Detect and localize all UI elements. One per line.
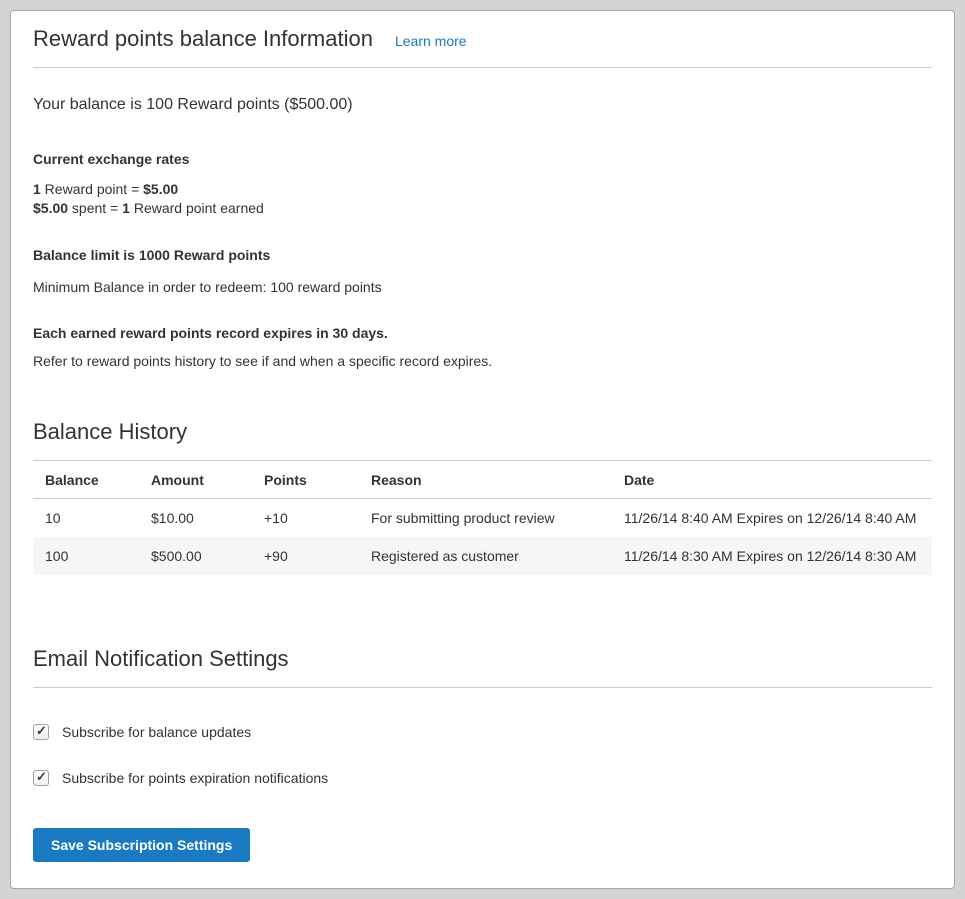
balance-summary: Your balance is 100 Reward points ($500.… [33,94,932,116]
cell-amount: $500.00 [139,537,252,575]
cell-reason: For submitting product review [359,499,612,538]
page-header: Reward points balance Information Learn … [33,25,932,68]
exchange-rate-line-2: $5.00 spent = 1 Reward point earned [33,199,932,218]
rate1-text: Reward point = [41,181,143,197]
min-balance-text: Minimum Balance in order to redeem: 100 … [33,278,932,296]
email-notification-title: Email Notification Settings [33,645,932,688]
exchange-rate-line-1: 1 Reward point = $5.00 [33,180,932,199]
rate2-text-1: spent = [68,200,122,216]
column-header-balance: Balance [33,461,139,499]
subscribe-balance-updates-label: Subscribe for balance updates [62,724,251,740]
expiry-note-text: Refer to reward points history to see if… [33,352,932,370]
rate1-points: 1 [33,181,41,197]
column-header-date: Date [612,461,932,499]
cell-reason: Registered as customer [359,537,612,575]
table-header-row: Balance Amount Points Reason Date [33,461,932,499]
subscribe-expiration-notifications-checkbox check-icon[interactable] [33,770,49,786]
cell-date: 11/26/14 8:40 AM Expires on 12/26/14 8:4… [612,499,932,538]
balance-limit-text: Balance limit is 1000 Reward points [33,246,932,264]
email-notification-section: Email Notification Settings Subscribe fo… [33,645,932,862]
learn-more-link[interactable]: Learn more [395,33,467,49]
cell-date: 11/26/14 8:30 AM Expires on 12/26/14 8:3… [612,537,932,575]
balance-history-table: Balance Amount Points Reason Date 10 $10… [33,461,932,575]
expiry-rule-text: Each earned reward points record expires… [33,324,932,342]
subscribe-expiration-notifications-option[interactable]: Subscribe for points expiration notifica… [33,770,932,786]
table-row: 10 $10.00 +10 For submitting product rev… [33,499,932,538]
cell-amount: $10.00 [139,499,252,538]
subscribe-expiration-notifications-label: Subscribe for points expiration notifica… [62,770,328,786]
balance-history-section: Balance History Balance Amount Points Re… [33,418,932,575]
reward-info-card: Reward points balance Information Learn … [10,10,955,889]
column-header-reason: Reason [359,461,612,499]
subscribe-balance-updates-checkbox check-icon[interactable] [33,724,49,740]
cell-points: +10 [252,499,359,538]
exchange-rates-heading: Current exchange rates [33,150,932,168]
rate2-amount: $5.00 [33,200,68,216]
column-header-points: Points [252,461,359,499]
save-subscription-settings-button[interactable]: Save Subscription Settings [33,828,250,862]
rate1-amount: $5.00 [143,181,178,197]
cell-points: +90 [252,537,359,575]
cell-balance: 10 [33,499,139,538]
balance-history-title: Balance History [33,418,932,461]
page-background: Reward points balance Information Learn … [0,0,965,899]
rate2-text-2: Reward point earned [130,200,264,216]
table-row: 100 $500.00 +90 Registered as customer 1… [33,537,932,575]
rate2-points: 1 [122,200,130,216]
column-header-amount: Amount [139,461,252,499]
cell-balance: 100 [33,537,139,575]
page-title: Reward points balance Information [33,25,373,53]
exchange-rates: 1 Reward point = $5.00 $5.00 spent = 1 R… [33,180,932,218]
subscribe-balance-updates-option[interactable]: Subscribe for balance updates [33,724,932,740]
